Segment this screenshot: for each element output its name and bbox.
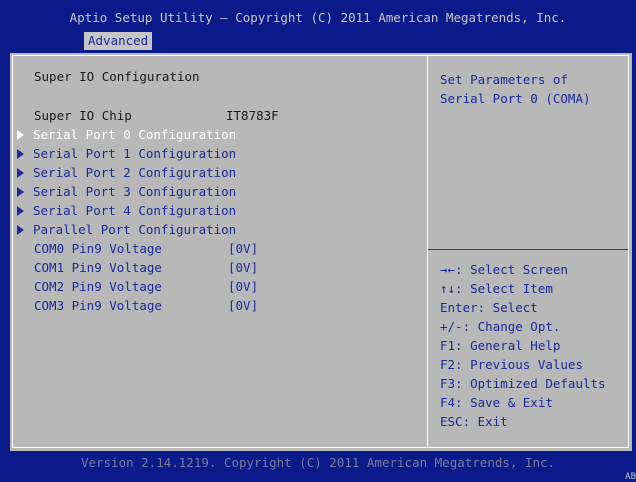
setting-com2-pin9-label[interactable]: COM2 Pin9 Voltage [34,279,162,295]
key-hint-f4: F4: Save & Exit [440,395,553,410]
tab-advanced[interactable]: Advanced [84,32,153,50]
setting-com0-pin9-value[interactable]: [0V] [228,241,258,257]
key-hint-change-opt: +/-: Change Opt. [440,319,561,334]
setting-com1-pin9-label[interactable]: COM1 Pin9 Voltage [34,260,162,276]
super-io-chip-label: Super IO Chip [34,108,132,123]
setting-com3-pin9-label[interactable]: COM3 Pin9 Voltage [34,298,162,314]
menu-item-serial-port-2[interactable]: Serial Port 2 Configuration [33,165,236,181]
menu-item-serial-port-0[interactable]: Serial Port 0 Configuration [33,127,236,143]
panel-divider [427,56,428,448]
super-io-chip-value: IT8783F [226,108,279,123]
menu-item-parallel-port[interactable]: Parallel Port Configuration [33,222,236,238]
setting-com1-pin9-value[interactable]: [0V] [228,260,258,276]
version-footer: Version 2.14.1219. Copyright (C) 2011 Am… [80,455,556,470]
menu-item-serial-port-3[interactable]: Serial Port 3 Configuration [33,184,236,200]
setting-com3-pin9-value[interactable]: [0V] [228,298,258,314]
key-hint-enter: Enter: Select [440,300,538,315]
submenu-arrow-icon [17,168,24,178]
help-separator [428,249,628,250]
window-title: Aptio Setup Utility – Copyright (C) 2011… [69,10,567,25]
key-hint-f1: F1: General Help [440,338,561,353]
page-title: Super IO Configuration [34,69,200,84]
key-hint-select-screen: →←: Select Screen [440,262,568,277]
key-hint-f2: F2: Previous Values [440,357,583,372]
submenu-arrow-icon [17,149,24,159]
key-hint-f3: F3: Optimized Defaults [440,376,606,391]
menu-item-serial-port-1[interactable]: Serial Port 1 Configuration [33,146,236,162]
key-hint-select-item: ↑↓: Select Item [440,281,553,296]
key-hint-esc: ESC: Exit [440,414,508,429]
help-text-line: Set Parameters of [440,72,568,87]
submenu-arrow-icon [17,187,24,197]
setting-com2-pin9-value[interactable]: [0V] [228,279,258,295]
submenu-arrow-icon [17,225,24,235]
help-text-line: Serial Port 0 (COMA) [440,91,591,106]
menu-item-serial-port-4[interactable]: Serial Port 4 Configuration [33,203,236,219]
corner-text: AB [625,472,636,482]
submenu-arrow-icon [17,130,24,140]
submenu-arrow-icon [17,206,24,216]
setting-com0-pin9-label[interactable]: COM0 Pin9 Voltage [34,241,162,257]
